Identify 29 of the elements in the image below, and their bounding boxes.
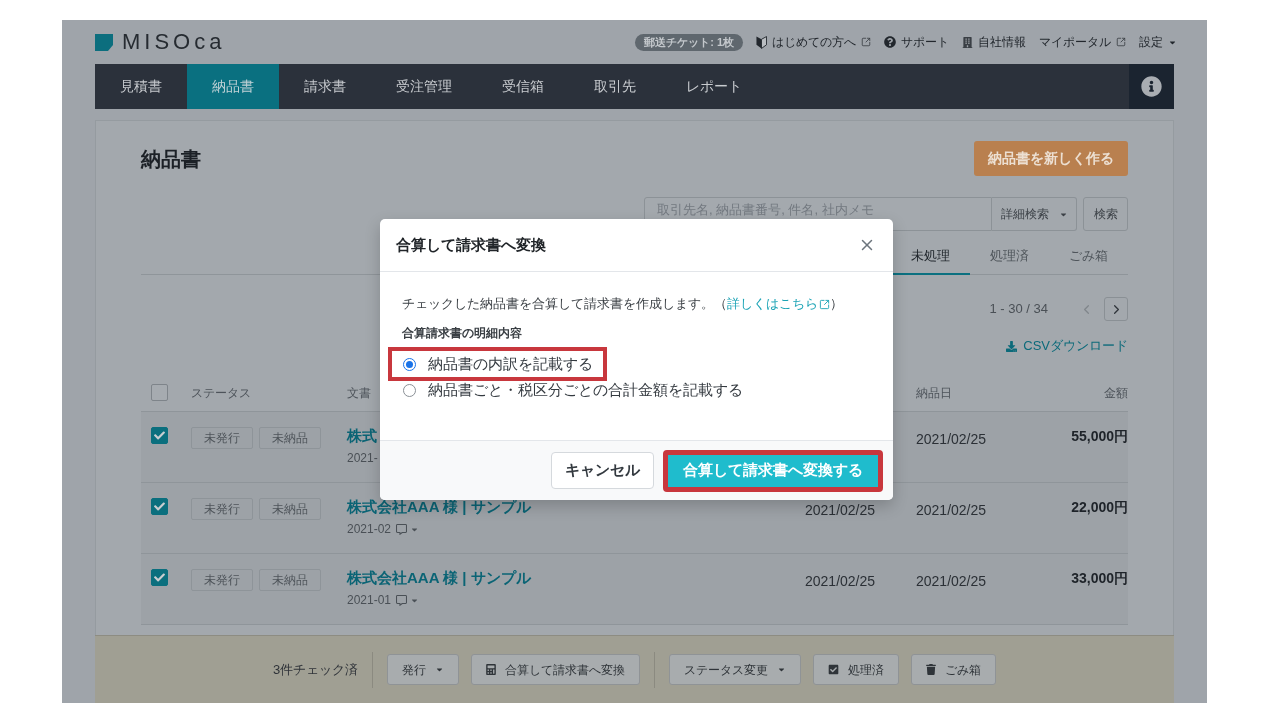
column-header: 納品日 [916, 385, 952, 400]
dialog-title: 合算して請求書へ変換 [396, 234, 546, 255]
column-header: ステータス [191, 385, 251, 400]
status-badge: 未納品 [259, 427, 321, 449]
pagination-range: 1 - 30 / 34 [989, 300, 1048, 319]
selection-count: 3件チェック済 [272, 660, 359, 679]
status-badge: 未発行 [191, 427, 253, 449]
document-number: 2021- [347, 450, 378, 466]
ticket-badge: 郵送チケット: 1枚 [635, 33, 743, 51]
document-number: 2021-01 [347, 592, 392, 608]
amount-cell: 33,000円 [1071, 569, 1128, 587]
date-cell: 2021/02/25 [916, 573, 987, 589]
date-cell: 2021/02/25 [916, 431, 987, 447]
logo-text: MISOca [122, 30, 226, 54]
status-badge: 未納品 [259, 498, 321, 520]
page-title: 納品書 [141, 146, 201, 172]
document-number: 2021-02 [347, 521, 392, 537]
section-label: 合算請求書の明細内容 [402, 325, 523, 342]
status-badge: 未納品 [259, 569, 321, 591]
date-cell: 2021/02/25 [805, 502, 876, 518]
amount-cell: 22,000円 [1071, 498, 1128, 516]
dialog-description: チェックした納品書を合算して請求書を作成します。（詳しくはこちら ） [402, 294, 871, 314]
column-header: 文書 [347, 385, 371, 400]
amount-cell: 55,000円 [1071, 427, 1128, 445]
status-badge: 未発行 [191, 498, 253, 520]
column-header: 金額 [1104, 384, 1128, 402]
date-cell: 2021/02/25 [805, 573, 876, 589]
status-badge: 未発行 [191, 569, 253, 591]
date-cell: 2021/02/25 [916, 502, 987, 518]
